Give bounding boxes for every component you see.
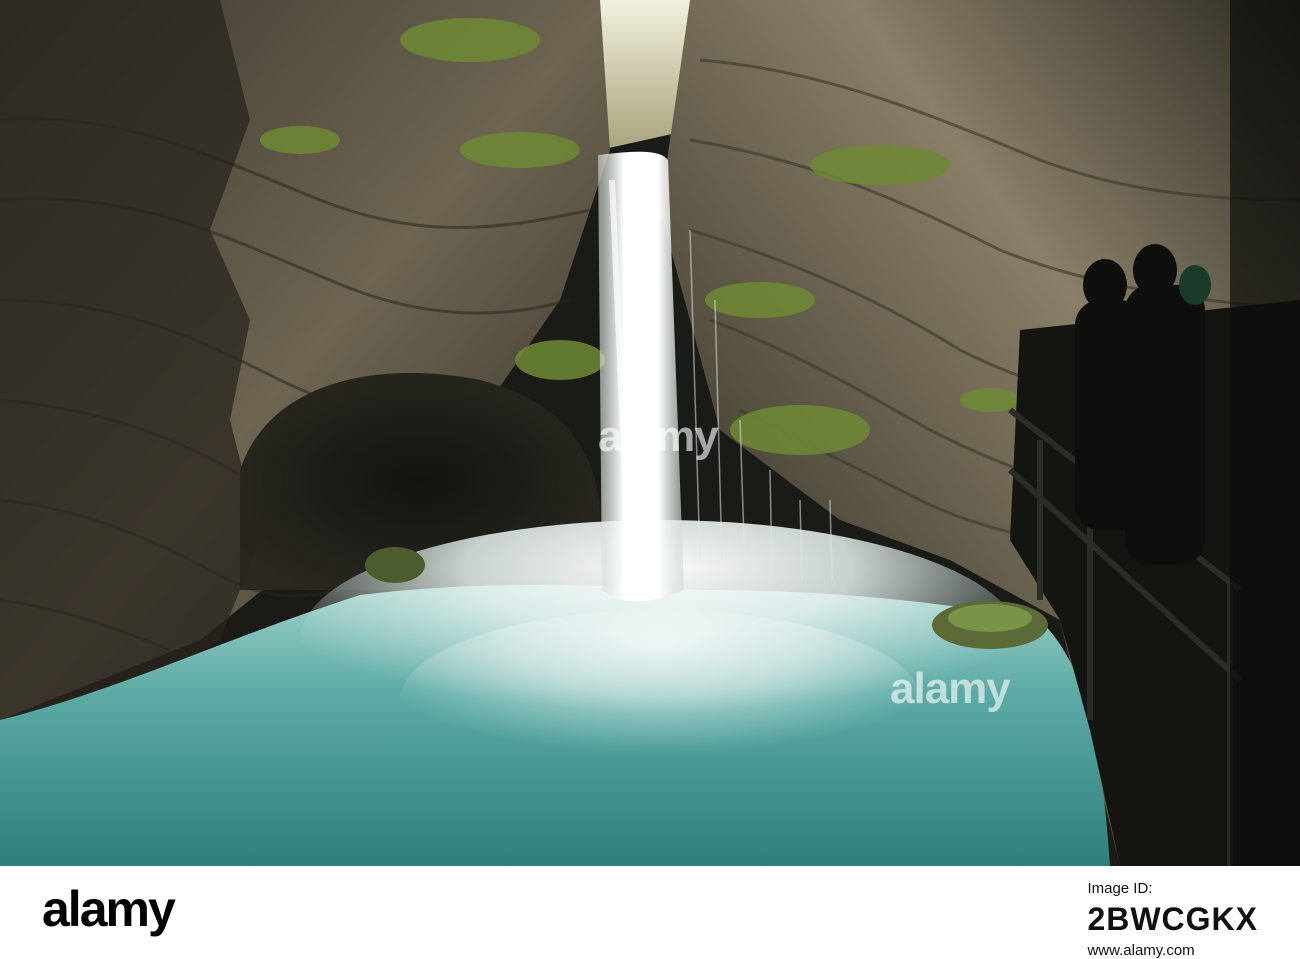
- stock-photo: alamy alamy: [0, 0, 1300, 866]
- image-id: 2BWCGKX: [1087, 901, 1258, 937]
- image-id-label: Image ID:: [1087, 880, 1153, 897]
- waterfall-scene: [0, 0, 1300, 866]
- site-url[interactable]: www.alamy.com: [1087, 942, 1258, 959]
- brand-logo: alamy: [42, 881, 176, 937]
- stock-footer: alamy Image ID: 2BWCGKX www.alamy.com: [0, 866, 1300, 959]
- image-meta: Image ID: 2BWCGKX www.alamy.com: [1087, 880, 1258, 959]
